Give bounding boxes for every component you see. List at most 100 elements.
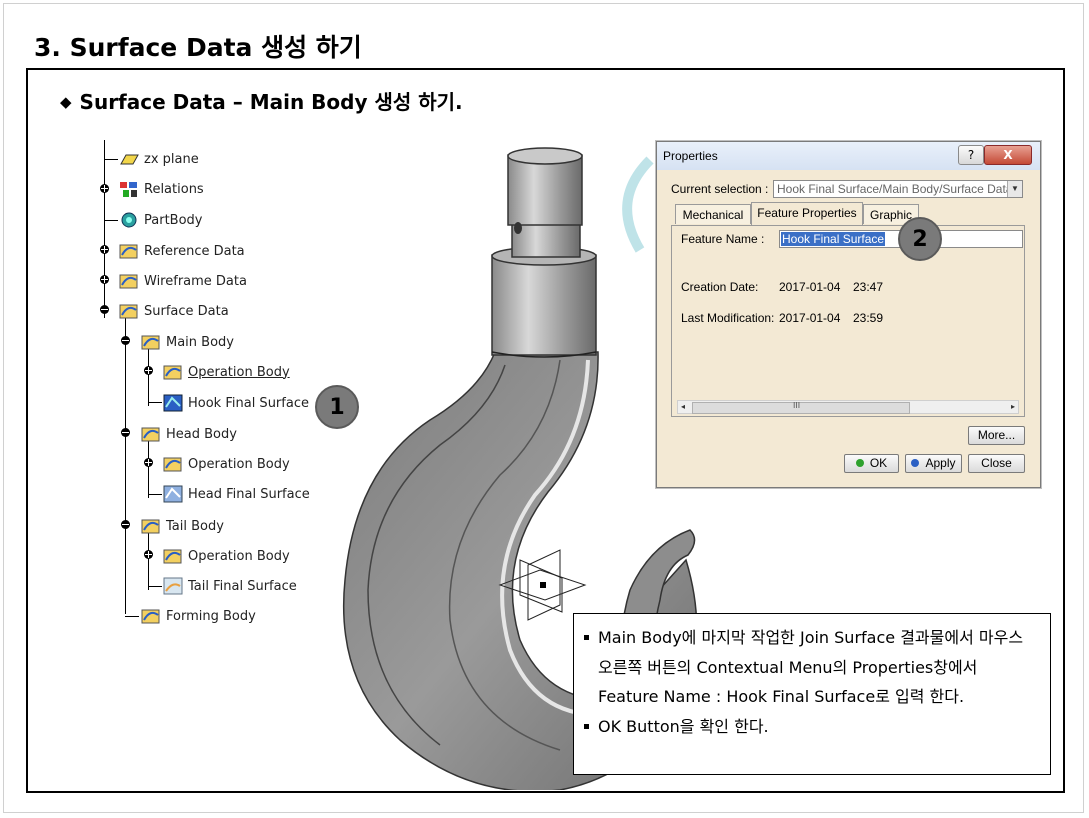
tree-item-tail-body[interactable]: Tail Body: [141, 515, 224, 537]
tree-line: [125, 318, 126, 614]
surface-icon: [163, 577, 183, 595]
instruction-item: Main Body에 마지막 작업한 Join Surface 결과물에서 마우…: [584, 623, 1042, 712]
tree-item-label: Head Final Surface: [188, 486, 310, 502]
apply-label: Apply: [925, 456, 956, 470]
tree-expander[interactable]: [144, 458, 153, 467]
tree-item-main-body[interactable]: Main Body: [141, 331, 234, 353]
scroll-thumb[interactable]: III: [692, 401, 910, 414]
tree-item-label: Operation Body: [188, 456, 290, 472]
geometrical-set-icon: [163, 457, 182, 472]
tree-line: [148, 494, 162, 495]
hook-shank-top: [507, 154, 583, 226]
tree-collapser[interactable]: [100, 305, 109, 314]
instruction-item: OK Button을 확인 한다.: [584, 712, 1042, 742]
tree-item-zx-plane[interactable]: zx plane: [119, 148, 199, 170]
background-decoration: [622, 156, 654, 253]
current-selection-combo[interactable]: Hook Final Surface/Main Body/Surface Dat…: [773, 180, 1023, 198]
tree-item-operation-body-tail[interactable]: Operation Body: [163, 545, 290, 567]
tree-collapser[interactable]: [121, 336, 130, 345]
tree-item-head-body[interactable]: Head Body: [141, 423, 237, 445]
dialog-titlebar[interactable]: Properties ? X: [657, 142, 1040, 170]
tree-item-relations[interactable]: Relations: [119, 178, 204, 200]
close-window-button[interactable]: X: [984, 145, 1032, 165]
join-surface-icon: [163, 394, 183, 412]
close-button[interactable]: Close: [968, 454, 1025, 473]
tree-expander[interactable]: [144, 550, 153, 559]
tree-item-forming-body[interactable]: Forming Body: [141, 605, 256, 627]
feature-name-label: Feature Name :: [681, 232, 765, 246]
callout-1: 1: [315, 385, 359, 429]
tree-item-label: Forming Body: [166, 608, 256, 624]
geometrical-set-icon: [141, 427, 160, 442]
horizontal-scrollbar[interactable]: ◂ III ▸: [677, 400, 1019, 414]
help-button[interactable]: ?: [958, 145, 984, 165]
creation-date-label: Creation Date:: [681, 280, 759, 294]
tree-line: [148, 438, 149, 498]
geometrical-set-icon: [141, 609, 160, 624]
tree-item-label: Operation Body: [188, 364, 290, 380]
hook-shank-lower: [491, 254, 597, 356]
last-modification-time-value: 23:59: [853, 311, 884, 325]
tree-item-wireframe-data[interactable]: Wireframe Data: [119, 270, 247, 292]
properties-dialog: Properties ? X Current selection : Hook …: [656, 141, 1041, 488]
hook-shank-hole: [514, 222, 522, 234]
tree-expander[interactable]: [144, 366, 153, 375]
relations-icon: [120, 182, 137, 197]
geometrical-set-icon: [141, 519, 160, 534]
feature-name-value: Hook Final Surface: [781, 232, 886, 246]
chevron-down-icon[interactable]: ▼: [1007, 181, 1022, 197]
tree-item-label: Head Body: [166, 426, 237, 442]
tree-item-label: PartBody: [144, 212, 203, 228]
tree-item-label: Tail Final Surface: [188, 578, 297, 594]
tree-item-tail-final-surface[interactable]: Tail Final Surface: [163, 575, 297, 597]
tree-line: [148, 402, 162, 403]
current-selection-value: Hook Final Surface/Main Body/Surface Dat…: [777, 182, 1013, 196]
geometrical-set-icon: [163, 365, 182, 380]
tree-line: [104, 140, 105, 318]
ok-button[interactable]: OK: [844, 454, 899, 473]
tree-item-label: Wireframe Data: [144, 273, 247, 289]
tree-item-label: Main Body: [166, 334, 234, 350]
scroll-right-icon[interactable]: ▸: [1011, 401, 1015, 413]
tree-line: [104, 159, 118, 160]
tree-expander[interactable]: [100, 184, 109, 193]
apply-status-icon: [911, 459, 920, 467]
last-modification-date-value: 2017-01-04: [779, 311, 841, 325]
tab-feature-properties[interactable]: Feature Properties: [751, 202, 863, 225]
callout-2: 2: [898, 217, 942, 261]
scroll-left-icon[interactable]: ◂: [681, 401, 685, 413]
tree-item-label: Hook Final Surface: [188, 395, 309, 411]
more-button[interactable]: More...: [968, 426, 1025, 445]
geometrical-set-icon: [141, 335, 160, 350]
tree-item-label: Relations: [144, 181, 204, 197]
tree-collapser[interactable]: [121, 520, 130, 529]
tree-item-label: Operation Body: [188, 548, 290, 564]
tree-item-operation-body-head[interactable]: Operation Body: [163, 453, 290, 475]
hook-shank-top-face: [507, 147, 583, 165]
tree-item-label: Tail Body: [166, 518, 224, 534]
tree-line: [148, 530, 149, 590]
last-modification-label: Last Modification:: [681, 311, 775, 325]
tree-item-operation-body-main[interactable]: Operation Body: [163, 361, 290, 383]
ok-label: OK: [869, 456, 888, 470]
apply-button[interactable]: Apply: [905, 454, 962, 473]
dialog-title: Properties: [663, 149, 718, 163]
tree-item-label: zx plane: [144, 151, 199, 167]
tree-collapser[interactable]: [121, 428, 130, 437]
tree-item-partbody[interactable]: PartBody: [119, 209, 202, 231]
tree-line: [104, 220, 118, 221]
tree-expander[interactable]: [100, 245, 109, 254]
tree-item-surface-data[interactable]: Surface Data: [119, 300, 229, 322]
join-surface-icon: [163, 485, 183, 503]
tab-mechanical[interactable]: Mechanical: [675, 204, 751, 224]
section-title-text: Surface Data – Main Body 생성 하기.: [79, 90, 463, 114]
diamond-bullet-icon: ◆: [60, 93, 72, 111]
geometrical-set-icon: [163, 549, 182, 564]
tree-item-reference-data[interactable]: Reference Data: [119, 240, 245, 262]
instruction-note: Main Body에 마지막 작업한 Join Surface 결과물에서 마우…: [573, 613, 1051, 775]
tree-expander[interactable]: [100, 275, 109, 284]
geometrical-set-icon: [119, 304, 138, 319]
scroll-thumb-grip: III: [793, 401, 801, 410]
tree-item-hook-final-surface[interactable]: Hook Final Surface: [163, 392, 309, 414]
tree-item-head-final-surface[interactable]: Head Final Surface: [163, 483, 310, 505]
